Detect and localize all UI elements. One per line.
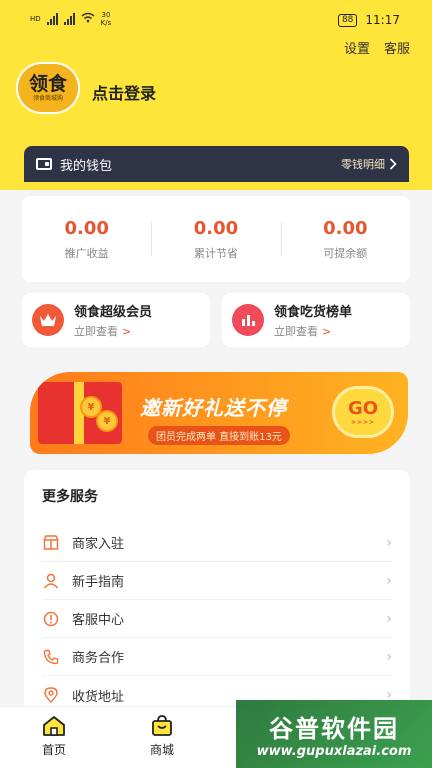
service-label: 商家入驻 xyxy=(72,537,125,552)
promo-sub-text: 立即查看 xyxy=(74,325,118,338)
promo-sub-text: 立即查看 xyxy=(274,325,318,338)
crown-icon xyxy=(32,304,64,336)
service-item-support[interactable]: 客服中心 › xyxy=(42,600,392,638)
foodie-ranking-card[interactable]: 领食吃货榜单 立即查看 > xyxy=(222,293,410,347)
stat-value: 0.00 xyxy=(64,217,109,239)
store-icon xyxy=(42,534,60,552)
stat-label: 累计节省 xyxy=(193,246,238,260)
chevron-right-icon xyxy=(389,158,397,170)
battery-icon: 88 xyxy=(337,13,358,27)
go-label: GO xyxy=(347,398,379,419)
chart-icon xyxy=(232,304,264,336)
location-icon xyxy=(42,686,60,704)
invite-banner[interactable]: ¥ ¥ 邀新好礼送不停 团员完成两单 直接到账13元 GO >>>> xyxy=(30,372,408,454)
super-member-card[interactable]: 领食超级会员 立即查看 > xyxy=(22,293,210,347)
promo-arrow: > xyxy=(322,325,332,338)
go-button[interactable]: GO >>>> xyxy=(332,386,394,438)
stat-withdrawable[interactable]: 0.00 可提余额 xyxy=(280,217,410,261)
status-bar: HD 30 K/s 88 11:17 xyxy=(0,0,432,34)
promo-title: 领食超级会员 xyxy=(74,305,153,320)
promo-arrow: > xyxy=(122,325,132,338)
promo-title: 领食吃货榜单 xyxy=(274,305,353,320)
customer-service-link[interactable]: 客服 xyxy=(384,38,410,57)
stat-promotion-income[interactable]: 0.00 推广收益 xyxy=(22,218,151,261)
signal-icon-2 xyxy=(63,13,75,25)
chevron-right-icon: › xyxy=(386,572,392,589)
avatar[interactable]: 领食 领食商城购 xyxy=(16,62,80,114)
wallet-title: 我的钱包 xyxy=(60,158,113,174)
net-speed-unit: K/s xyxy=(100,19,112,27)
top-links: 设置 客服 xyxy=(344,38,410,57)
nav-mall[interactable]: 商城 xyxy=(108,707,216,768)
status-left: HD 30 K/s xyxy=(30,11,111,27)
banner-headline: 邀新好礼送不停 xyxy=(140,396,287,420)
nav-home[interactable]: 首页 xyxy=(0,707,108,768)
service-label: 商务合作 xyxy=(72,651,125,666)
chevron-right-icon: › xyxy=(386,648,392,665)
settings-link[interactable]: 设置 xyxy=(344,38,370,57)
net-speed-value: 30 xyxy=(101,11,111,19)
go-arrows: >>>> xyxy=(350,419,376,426)
signal-icon xyxy=(46,13,58,25)
wifi-icon xyxy=(81,12,95,26)
watermark: 谷普软件园 www.gupuxlazai.com xyxy=(236,700,432,768)
coin-icon: ¥ xyxy=(96,410,118,432)
shopping-bag-icon xyxy=(152,715,172,736)
service-item-business[interactable]: 商务合作 › xyxy=(42,638,392,676)
nav-label: 商城 xyxy=(149,743,174,757)
clock: 11:17 xyxy=(365,13,400,27)
promo-subtitle: 立即查看 > xyxy=(274,323,352,339)
stat-label: 推广收益 xyxy=(64,246,109,260)
service-label: 客服中心 xyxy=(72,613,125,628)
services-title: 更多服务 xyxy=(42,489,98,505)
wallet-bar[interactable]: 我的钱包 零钱明细 xyxy=(24,146,409,182)
nav-label: 首页 xyxy=(41,743,66,757)
more-services-panel: 更多服务 商家入驻 › 新手指南 › 客服中心 › 商务合作 › 收货地址 › xyxy=(24,470,410,720)
stat-value: 0.00 xyxy=(193,217,239,239)
stat-value: 0.00 xyxy=(323,217,368,239)
service-label: 新手指南 xyxy=(72,575,125,590)
wallet-detail-link[interactable]: 零钱明细 xyxy=(341,156,397,172)
network-type: HD xyxy=(30,15,41,23)
status-right: 88 11:17 xyxy=(337,13,400,27)
promo-subtitle: 立即查看 > xyxy=(74,323,152,339)
login-button[interactable]: 点击登录 xyxy=(92,80,156,104)
service-item-guide[interactable]: 新手指南 › xyxy=(42,562,392,600)
logo-text: 领食 xyxy=(28,73,67,95)
banner-subtitle: 团员完成两单 直接到账13元 xyxy=(148,426,290,445)
home-icon xyxy=(43,716,65,736)
chevron-right-icon: › xyxy=(386,610,392,627)
logo-subtext: 领食商城购 xyxy=(32,95,63,102)
wallet-icon xyxy=(36,158,52,170)
chevron-right-icon: › xyxy=(386,534,392,551)
stat-total-saved[interactable]: 0.00 累计节省 xyxy=(151,218,280,261)
wallet-detail-label: 零钱明细 xyxy=(341,158,385,171)
user-icon xyxy=(42,572,60,590)
stats-card: 0.00 推广收益 0.00 累计节省 0.00 可提余额 xyxy=(22,196,410,282)
phone-icon xyxy=(42,648,60,666)
info-icon xyxy=(42,610,60,628)
stat-label: 可提余额 xyxy=(323,246,368,260)
service-item-merchant[interactable]: 商家入驻 › xyxy=(42,524,392,562)
net-speed: 30 K/s xyxy=(101,11,112,27)
watermark-url: www.gupuxlazai.com xyxy=(256,744,412,759)
watermark-title: 谷普软件园 xyxy=(269,715,399,743)
